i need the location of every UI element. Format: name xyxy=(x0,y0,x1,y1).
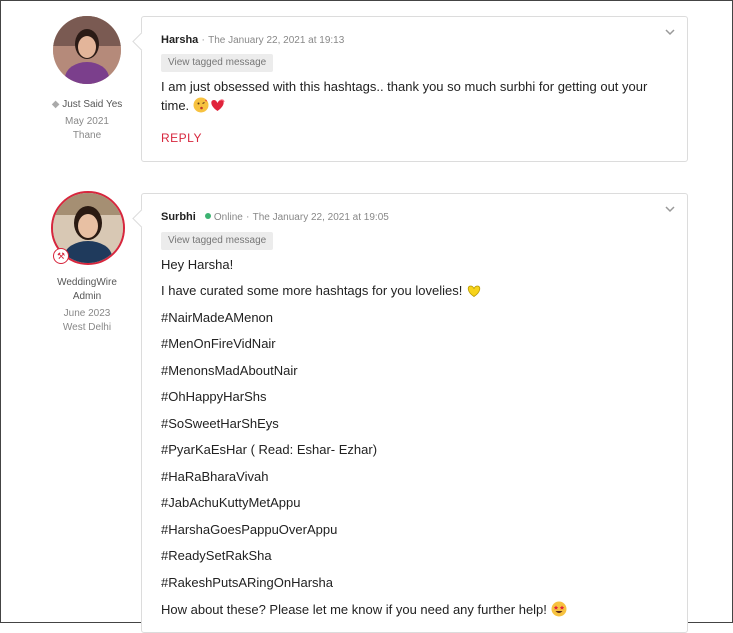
member-role: WeddingWire xyxy=(57,277,117,288)
view-tagged-message-button[interactable]: View tagged message xyxy=(161,54,274,72)
message-line: Hey Harsha! xyxy=(161,257,234,272)
online-status-dot xyxy=(204,213,211,219)
online-status: Online xyxy=(213,212,243,223)
message-card-harsha: Harsha · The January 22, 2021 at 19:13 V… xyxy=(141,16,688,162)
hashtag-line: #HaRaBharaVivah xyxy=(161,469,269,484)
message-body: I am just obsessed with this hashtags.. … xyxy=(161,77,667,118)
message-date: The January 22, 2021 at 19:13 xyxy=(208,35,345,46)
message-line: I have curated some more hashtags for yo… xyxy=(161,283,482,301)
kiss-emoji xyxy=(193,97,209,118)
message-line: How about these? Please let me know if y… xyxy=(161,601,567,620)
member-role-sub: Admin xyxy=(72,291,102,302)
hashtag-line: #SoSweetHarShEys xyxy=(161,416,279,431)
hashtag-line: #MenonsMadAboutNair xyxy=(161,363,298,378)
message-header: Surbhi Online · The January 22, 2021 at … xyxy=(161,211,389,223)
author-name[interactable]: Surbhi xyxy=(161,211,196,223)
chevron-down-icon[interactable] xyxy=(663,25,677,39)
message-header: Harsha · The January 22, 2021 at 19:13 xyxy=(161,34,345,46)
member-badge: ◆ Just Said Yes xyxy=(51,99,123,110)
yellow-heart-emoji xyxy=(466,283,482,301)
message-date: The January 22, 2021 at 19:05 xyxy=(252,212,389,223)
view-tagged-message-button[interactable]: View tagged message xyxy=(161,232,274,250)
message-card-surbhi: Surbhi Online · The January 22, 2021 at … xyxy=(141,193,688,633)
diamond-icon: ◆ xyxy=(51,99,60,110)
admin-badge-icon: ⚒ xyxy=(53,248,69,264)
hashtag-line: #ReadySetRakSha xyxy=(161,548,272,563)
hashtag-line: #JabAchuKuttyMetAppu xyxy=(161,495,301,510)
star-eyes-emoji xyxy=(551,601,567,620)
author-meta-surbhi: WeddingWire Admin June 2023 West Delhi xyxy=(39,276,135,335)
member-location: West Delhi xyxy=(62,322,112,333)
reply-button[interactable]: REPLY xyxy=(161,131,202,145)
heart-emoji xyxy=(209,97,226,118)
hashtag-line: #MenOnFireVidNair xyxy=(161,336,276,351)
post-surbhi: ⚒ WeddingWire Admin June 2023 West Delhi… xyxy=(1,171,732,633)
chevron-down-icon[interactable] xyxy=(663,202,677,216)
hashtag-line: #HarshaGoesPappuOverAppu xyxy=(161,522,338,537)
member-since: June 2023 xyxy=(63,308,111,319)
author-meta-harsha: ◆ Just Said Yes May 2021 Thane xyxy=(39,98,135,143)
hashtag-line: #NairMadeAMenon xyxy=(161,310,274,325)
hashtag-line: #RakeshPutsARingOnHarsha xyxy=(161,575,333,590)
post-harsha: ◆ Just Said Yes May 2021 Thane Harsha · … xyxy=(1,1,732,171)
avatar-harsha[interactable] xyxy=(53,16,121,84)
member-since: May 2021 xyxy=(65,116,109,127)
member-location: Thane xyxy=(72,130,102,141)
hashtag-line: #OhHappyHarShs xyxy=(161,389,267,404)
author-name[interactable]: Harsha xyxy=(161,34,198,46)
hashtag-line: #PyarKaEsHar ( Read: Eshar- Ezhar) xyxy=(161,442,378,457)
